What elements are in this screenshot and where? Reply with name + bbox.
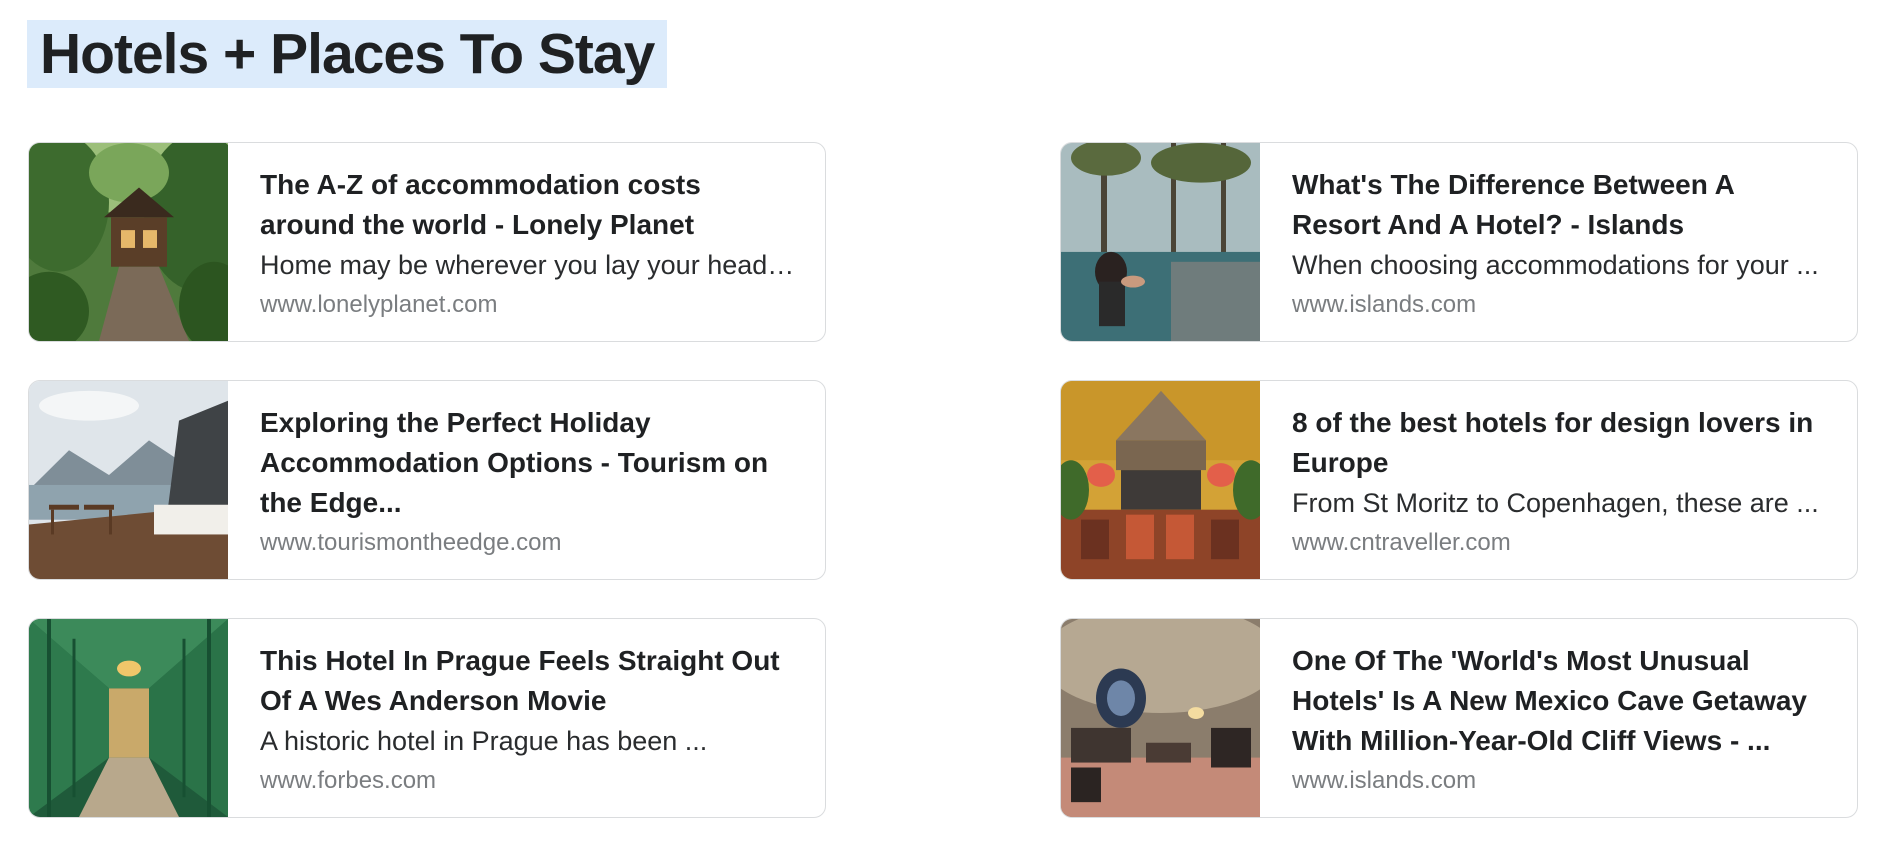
result-domain: www.islands.com: [1292, 767, 1477, 794]
result-domain: www.cntraveller.com: [1292, 529, 1511, 556]
result-title[interactable]: What's The Difference Between A Resort A…: [1292, 165, 1829, 245]
cave-room-photo: [1061, 619, 1260, 817]
result-body: What's The Difference Between A Resort A…: [1260, 143, 1857, 341]
section-heading-highlight: Hotels + Places To Stay: [27, 20, 668, 88]
result-thumbnail[interactable]: [1061, 143, 1260, 341]
result-title[interactable]: This Hotel In Prague Feels Straight Out …: [260, 641, 797, 721]
results-grid: The A-Z of accommodation costs around th…: [28, 142, 1860, 818]
result-snippet: From St Moritz to Copenhagen, these are …: [1292, 488, 1819, 518]
result-title[interactable]: The A-Z of accommodation costs around th…: [260, 165, 797, 245]
green-corridor-photo: [29, 619, 228, 817]
result-domain: www.forbes.com: [260, 767, 437, 794]
result-title[interactable]: Exploring the Perfect Holiday Accommodat…: [260, 403, 797, 523]
result-thumbnail[interactable]: [29, 381, 228, 579]
result-thumbnail[interactable]: [1061, 381, 1260, 579]
result-domain: www.islands.com: [1292, 291, 1477, 318]
result-snippet: A historic hotel in Prague has been ...: [260, 726, 708, 756]
result-card[interactable]: One Of The 'World's Most Unusual Hotels'…: [1060, 618, 1858, 818]
result-card[interactable]: Exploring the Perfect Holiday Accommodat…: [28, 380, 826, 580]
result-title[interactable]: One Of The 'World's Most Unusual Hotels'…: [1292, 641, 1829, 761]
result-body: Exploring the Perfect Holiday Accommodat…: [228, 381, 825, 579]
section-title: Hotels + Places To Stay: [40, 22, 655, 86]
page: Hotels + Places To Stay The A-Z of accom…: [0, 0, 1884, 842]
result-card[interactable]: 8 of the best hotels for design lovers i…: [1060, 380, 1858, 580]
result-snippet: When choosing accommodations for your ..…: [1292, 250, 1819, 280]
result-thumbnail[interactable]: [29, 619, 228, 817]
hotel-bar-photo: [1061, 381, 1260, 579]
result-thumbnail[interactable]: [29, 143, 228, 341]
result-card[interactable]: The A-Z of accommodation costs around th…: [28, 142, 826, 342]
result-body: 8 of the best hotels for design lovers i…: [1260, 381, 1857, 579]
result-body: One Of The 'World's Most Unusual Hotels'…: [1260, 619, 1857, 817]
result-card[interactable]: This Hotel In Prague Feels Straight Out …: [28, 618, 826, 818]
result-snippet: Home may be wherever you lay your head,.…: [260, 250, 797, 280]
result-body: This Hotel In Prague Feels Straight Out …: [228, 619, 825, 817]
result-body: The A-Z of accommodation costs around th…: [228, 143, 825, 341]
result-domain: www.tourismontheedge.com: [260, 529, 562, 556]
result-thumbnail[interactable]: [1061, 619, 1260, 817]
mountain-deck-photo: [29, 381, 228, 579]
result-title[interactable]: 8 of the best hotels for design lovers i…: [1292, 403, 1829, 483]
infinity-pool-photo: [1061, 143, 1260, 341]
jungle-lodge-photo: [29, 143, 228, 341]
result-card[interactable]: What's The Difference Between A Resort A…: [1060, 142, 1858, 342]
result-domain: www.lonelyplanet.com: [260, 291, 498, 318]
